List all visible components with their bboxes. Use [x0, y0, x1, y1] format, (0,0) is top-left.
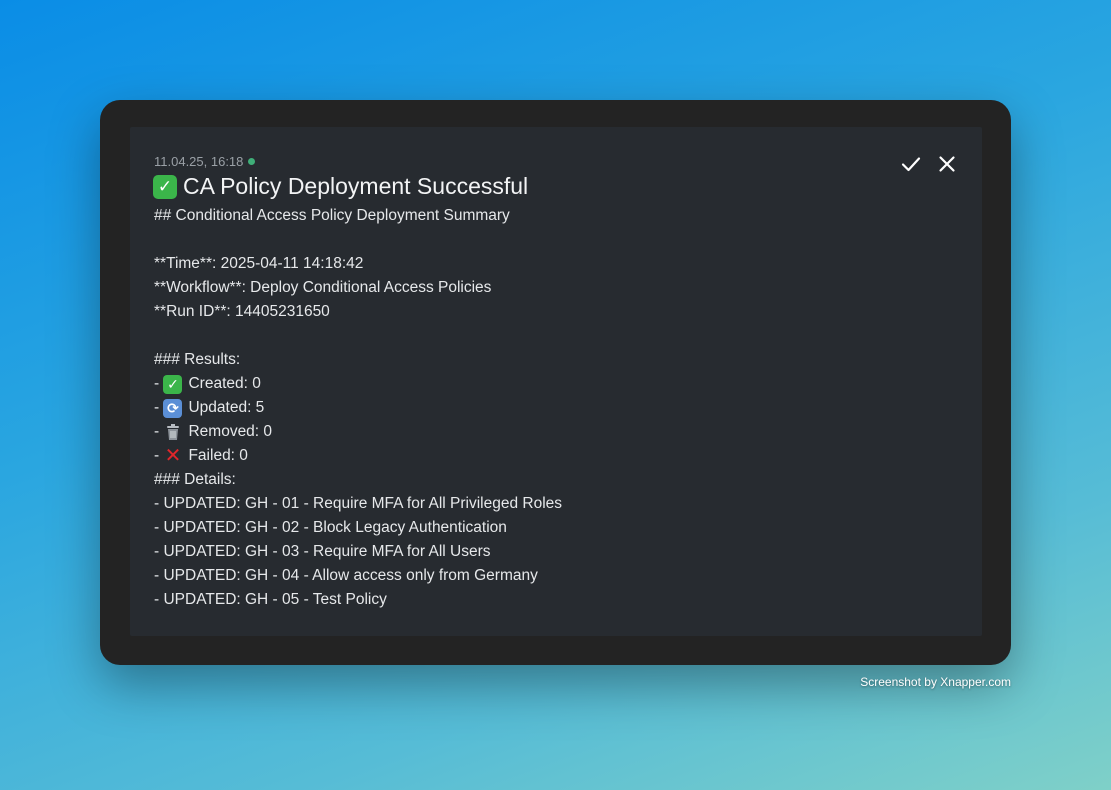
check-mark-icon: ✓	[163, 374, 183, 394]
detail-item: - UPDATED: GH - 01 - Require MFA for All…	[154, 495, 563, 512]
details-heading: ### Details:	[154, 471, 236, 488]
status-dot	[248, 158, 256, 165]
result-item-updated: - ⟳ Updated: 5	[154, 396, 562, 420]
check-mark-icon: ✓	[153, 174, 177, 199]
trash-icon	[163, 423, 182, 442]
detail-item: - UPDATED: GH - 04 - Allow access only f…	[154, 567, 538, 584]
refresh-icon: ⟳	[163, 398, 183, 418]
notification-card: 11.04.25, 16:18 ✓ CA Policy Deployment S…	[130, 127, 982, 636]
result-item-created: - ✓ Created: 0	[154, 372, 562, 396]
detail-item: - UPDATED: GH - 02 - Block Legacy Authen…	[154, 519, 507, 536]
results-heading: ### Results:	[154, 351, 241, 368]
title-text: CA Policy Deployment Successful	[183, 173, 529, 199]
result-text: Failed: 0	[188, 447, 248, 464]
detail-item: - UPDATED: GH - 05 - Test Policy	[154, 591, 387, 608]
result-text: Created: 0	[188, 375, 261, 392]
notification-meta: 11.04.25, 16:18	[154, 154, 256, 169]
cross-mark-icon: ✕	[164, 445, 182, 467]
notification-title: ✓ CA Policy Deployment Successful	[153, 173, 528, 200]
list-bullet: -	[154, 375, 164, 392]
result-item-removed: - Removed: 0	[154, 420, 562, 444]
watermark: Screenshot by Xnapper.com	[860, 675, 1011, 689]
detail-item: - UPDATED: GH - 03 - Require MFA for All…	[154, 543, 491, 560]
list-bullet: -	[154, 399, 164, 416]
time-line: **Time**: 2025-04-11 14:18:42	[154, 255, 364, 272]
list-bullet: -	[154, 447, 164, 464]
result-text: Updated: 5	[188, 399, 265, 416]
close-icon[interactable]	[936, 153, 958, 175]
timestamp: 11.04.25, 16:18	[154, 154, 244, 169]
window-frame: 11.04.25, 16:18 ✓ CA Policy Deployment S…	[100, 100, 1011, 665]
list-bullet: -	[154, 423, 164, 440]
notification-body: ## Conditional Access Policy Deployment …	[154, 204, 562, 612]
run-id-line: **Run ID**: 14405231650	[154, 303, 330, 320]
workflow-line: **Workflow**: Deploy Conditional Access …	[154, 279, 492, 296]
notification-actions	[900, 153, 958, 175]
result-text: Removed: 0	[188, 423, 273, 440]
result-item-failed: - ✕ Failed: 0	[154, 444, 562, 468]
checkmark-icon[interactable]	[900, 153, 922, 175]
summary-heading: ## Conditional Access Policy Deployment …	[154, 207, 510, 224]
